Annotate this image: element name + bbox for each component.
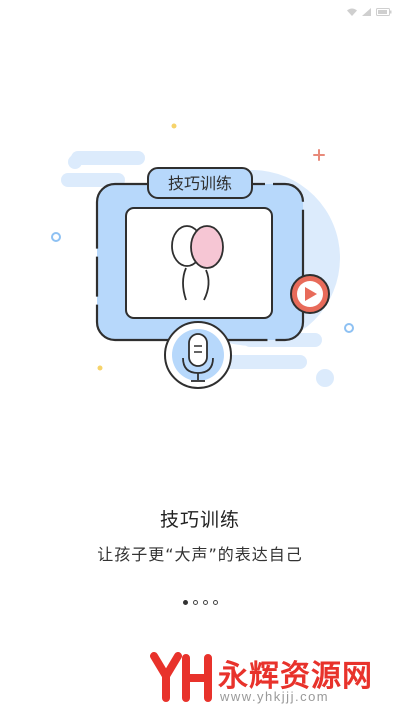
page-subtitle: 让孩子更“大声”的表达自己 (97, 545, 303, 564)
battery-icon (376, 1, 392, 20)
page-indicator (0, 597, 400, 607)
status-bar (0, 0, 400, 16)
wifi-icon (347, 1, 357, 20)
watermark: 永辉资源网 www.yhkjjj.com (150, 648, 390, 708)
microphone-icon (164, 321, 232, 389)
badge-label: 技巧训练 (168, 174, 232, 193)
page-title: 技巧训练 (159, 509, 240, 531)
onboarding-illustration: 技巧训练 (0, 110, 400, 430)
page-dot[interactable] (182, 599, 188, 605)
page-dot[interactable] (212, 599, 218, 605)
page-dot[interactable] (202, 599, 208, 605)
watermark-url: www.yhkjjj.com (220, 689, 330, 704)
signal-icon (362, 1, 371, 20)
page-dot[interactable] (192, 599, 198, 605)
watermark-logo (150, 652, 212, 702)
play-icon (290, 274, 330, 314)
